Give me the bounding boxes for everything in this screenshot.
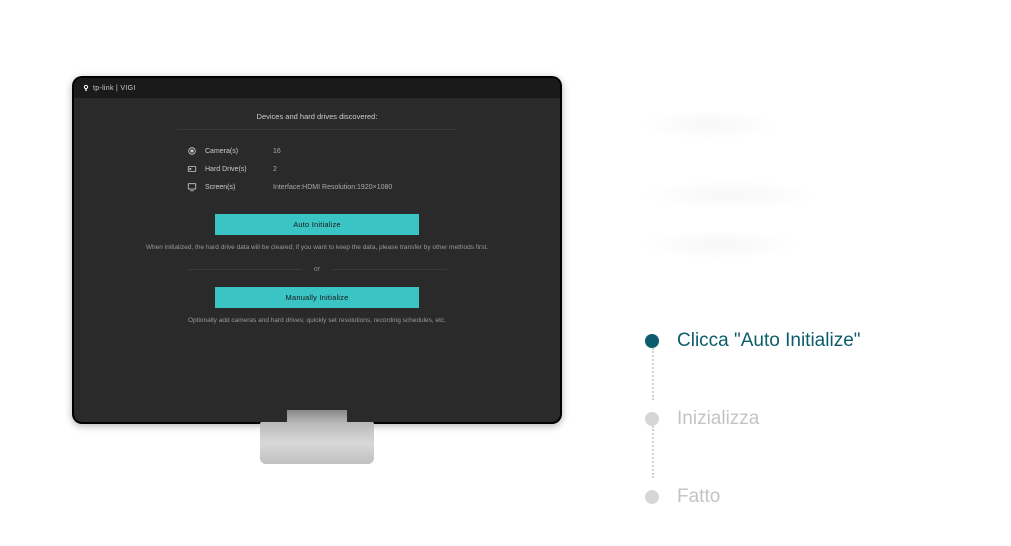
- decorative-blur: [640, 230, 800, 260]
- harddrive-value: 2: [273, 166, 277, 173]
- step-2-label: Inizializza: [677, 408, 759, 430]
- step-1: Clicca "Auto Initialize": [645, 330, 861, 352]
- tplink-logo-icon: [82, 84, 90, 92]
- harddrive-icon: [187, 164, 197, 174]
- setup-panel: Devices and hard drives discovered: Came…: [74, 98, 560, 325]
- discovered-heading: Devices and hard drives discovered:: [104, 112, 530, 121]
- device-row-screen: Screen(s) Interface:HDMI Resolution:1920…: [187, 182, 392, 192]
- screen-label: Screen(s): [205, 184, 265, 191]
- device-row-camera: Camera(s) 16: [187, 146, 281, 156]
- camera-value: 16: [273, 148, 281, 155]
- step-dot-icon: [645, 412, 659, 426]
- decorative-blur: [640, 180, 820, 210]
- camera-icon: [187, 146, 197, 156]
- device-row-harddrive: Hard Drive(s) 2: [187, 164, 277, 174]
- app-screen: tp-link | VIGI Devices and hard drives d…: [74, 78, 560, 422]
- device-list: Camera(s) 16 Hard Drive(s) 2 Screen(s) I…: [187, 146, 447, 192]
- step-3-label: Fatto: [677, 486, 720, 508]
- step-1-label: Clicca "Auto Initialize": [677, 330, 861, 352]
- or-separator: or: [187, 266, 447, 273]
- screen-icon: [187, 182, 197, 192]
- step-list: Clicca "Auto Initialize" Inizializza Fat…: [645, 330, 861, 508]
- step-3: Fatto: [645, 486, 861, 508]
- monitor-stand: [260, 422, 374, 464]
- step-dot-icon: [645, 490, 659, 504]
- or-text: or: [302, 266, 332, 273]
- step-connector: [652, 348, 654, 400]
- screen-value: Interface:HDMI Resolution:1920×1080: [273, 184, 392, 191]
- decorative-blur: [640, 110, 780, 140]
- manual-caption: Optionally add cameras and hard drives; …: [104, 316, 530, 325]
- harddrive-label: Hard Drive(s): [205, 166, 265, 173]
- app-header: tp-link | VIGI: [74, 78, 560, 98]
- camera-label: Camera(s): [205, 148, 265, 155]
- step-dot-icon: [645, 334, 659, 348]
- step-connector: [652, 426, 654, 478]
- brand-text: tp-link | VIGI: [93, 85, 136, 92]
- manual-initialize-button[interactable]: Manually Initialize: [215, 287, 419, 308]
- monitor-frame: tp-link | VIGI Devices and hard drives d…: [72, 76, 562, 424]
- auto-caption: When initialized, the hard drive data wi…: [104, 243, 530, 252]
- step-2: Inizializza: [645, 408, 861, 430]
- divider: [177, 129, 457, 130]
- auto-initialize-button[interactable]: Auto Initialize: [215, 214, 419, 235]
